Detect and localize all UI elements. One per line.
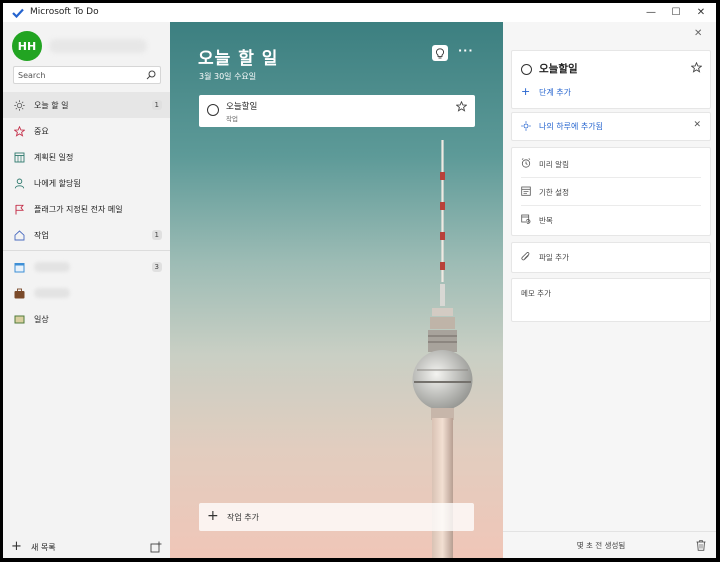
- list-name-redacted: [34, 262, 70, 272]
- star-icon: [14, 125, 25, 137]
- sidebar-item-label: 일상: [34, 314, 49, 324]
- alarm-clock-icon: [521, 158, 531, 168]
- list-name-redacted: [34, 288, 70, 298]
- sidebar-item-label: 나에게 할당됨: [34, 178, 81, 188]
- sidebar-list-1[interactable]: 3: [3, 254, 170, 280]
- repeat-label: 반복: [539, 216, 553, 225]
- suggestions-button[interactable]: [432, 45, 448, 61]
- sidebar-item-assigned[interactable]: 나에게 할당됨: [3, 170, 170, 196]
- sidebar-item-planned[interactable]: 계획된 일정: [3, 144, 170, 170]
- sidebar-item-label: 계획된 일정: [34, 152, 74, 162]
- lightbulb-icon: [435, 47, 445, 58]
- plus-icon: +: [207, 508, 219, 524]
- trash-icon[interactable]: [696, 540, 706, 551]
- app-title: Microsoft To Do: [30, 7, 99, 17]
- sidebar-item-tasks[interactable]: 작업 1: [3, 222, 170, 248]
- remind-me-row[interactable]: 미리 알림: [512, 154, 710, 172]
- search-box: [13, 66, 161, 84]
- sidebar-list-daily[interactable]: 일상: [3, 306, 170, 332]
- close-window-button[interactable]: ✕: [689, 3, 713, 22]
- sidebar-item-label: 오늘 할 일: [34, 100, 69, 110]
- sidebar: HH 오늘 할 일 1 중요: [3, 22, 170, 558]
- maximize-button[interactable]: ☐: [664, 3, 688, 22]
- task-list-name: 작업: [226, 115, 238, 123]
- search-icon[interactable]: [146, 70, 156, 80]
- created-time: 몇 초 전 생성됨: [576, 541, 626, 550]
- title-bar: Microsoft To Do — ☐ ✕: [3, 3, 716, 22]
- close-detail-button[interactable]: ✕: [694, 28, 702, 39]
- user-name-redacted: [49, 39, 147, 53]
- my-day-label: 나의 하루에 추가됨: [539, 122, 603, 131]
- add-file-label: 파일 추가: [539, 253, 569, 262]
- briefcase-list-icon: [14, 288, 25, 298]
- count-badge: 1: [151, 230, 162, 240]
- remind-label: 미리 알림: [539, 160, 569, 169]
- sidebar-item-label: 작업: [34, 230, 49, 240]
- picture-list-icon: [14, 315, 25, 323]
- sun-icon: [14, 99, 25, 111]
- sun-icon: [521, 121, 531, 131]
- divider: [521, 177, 701, 178]
- detail-task-title[interactable]: 오늘할일: [539, 61, 578, 76]
- note-placeholder: 메모 추가: [521, 289, 551, 298]
- divider: [521, 205, 701, 206]
- search-input[interactable]: [18, 67, 136, 83]
- my-day-row[interactable]: 나의 하루에 추가됨 ✕: [511, 112, 711, 141]
- count-badge: 1: [151, 100, 162, 110]
- person-icon: [14, 178, 25, 188]
- repeat-calendar-icon: [521, 214, 531, 224]
- new-list-button[interactable]: + 새 목록: [3, 537, 143, 557]
- app-window: Microsoft To Do — ☐ ✕ HH 오늘 할 일 1: [3, 3, 716, 558]
- detail-footer: 몇 초 전 생성됨: [503, 531, 716, 558]
- add-file-row[interactable]: 파일 추가: [511, 242, 711, 273]
- sidebar-divider: [3, 250, 170, 251]
- sidebar-list-2[interactable]: [3, 280, 170, 306]
- new-list-label: 새 목록: [31, 543, 56, 552]
- home-icon: [14, 229, 25, 240]
- sidebar-item-my-day[interactable]: 오늘 할 일 1: [3, 92, 170, 118]
- add-step-label: 단계 추가: [539, 88, 571, 97]
- add-task-input[interactable]: + 작업 추가: [199, 503, 474, 531]
- task-detail-panel: ✕ 오늘할일 + 단계 추가 나의 하루에 추가됨 ✕ 미리 알림 기한 설정 …: [503, 22, 716, 558]
- sidebar-item-label: 플래그가 지정된 전자 메일: [34, 204, 123, 214]
- calendar-list-icon: [14, 262, 25, 272]
- task-item[interactable]: 오늘할일 작업: [199, 95, 475, 127]
- add-task-placeholder: 작업 추가: [227, 513, 259, 522]
- star-icon[interactable]: [691, 62, 702, 73]
- page-date: 3월 30일 수요일: [199, 72, 257, 81]
- complete-task-checkbox[interactable]: [207, 104, 219, 116]
- new-group-icon[interactable]: [150, 541, 162, 553]
- main-panel: 오늘 할 일 3월 30일 수요일 ··· 오늘할일 작업 + 작업 추가: [170, 22, 503, 558]
- sidebar-item-important[interactable]: 중요: [3, 118, 170, 144]
- count-badge: 3: [151, 262, 162, 272]
- due-date-row[interactable]: 기한 설정: [512, 182, 710, 200]
- complete-task-checkbox[interactable]: [521, 64, 532, 75]
- page-title: 오늘 할 일: [198, 49, 279, 69]
- minimize-button[interactable]: —: [639, 3, 663, 22]
- star-icon[interactable]: [456, 101, 467, 112]
- todo-logo-icon: [12, 8, 24, 18]
- calendar-icon: [521, 186, 531, 196]
- sidebar-item-label: 중요: [34, 126, 49, 136]
- remove-my-day-icon[interactable]: ✕: [693, 120, 701, 130]
- calendar-grid-icon: [14, 152, 25, 162]
- paperclip-icon: [521, 252, 530, 261]
- add-step-button[interactable]: + 단계 추가: [512, 85, 702, 101]
- task-title: 오늘할일: [226, 102, 258, 112]
- flag-icon: [15, 204, 24, 214]
- task-title-card: 오늘할일 + 단계 추가: [511, 50, 711, 109]
- repeat-row[interactable]: 반복: [512, 210, 710, 228]
- avatar[interactable]: HH: [12, 31, 42, 61]
- due-label: 기한 설정: [539, 188, 569, 197]
- note-field[interactable]: 메모 추가: [511, 278, 711, 322]
- plus-icon: +: [11, 539, 22, 554]
- plus-icon: +: [521, 85, 531, 98]
- more-options-button[interactable]: ···: [458, 44, 474, 57]
- sidebar-item-flagged[interactable]: 플래그가 지정된 전자 메일: [3, 196, 170, 222]
- dates-card: 미리 알림 기한 설정 반복: [511, 147, 711, 236]
